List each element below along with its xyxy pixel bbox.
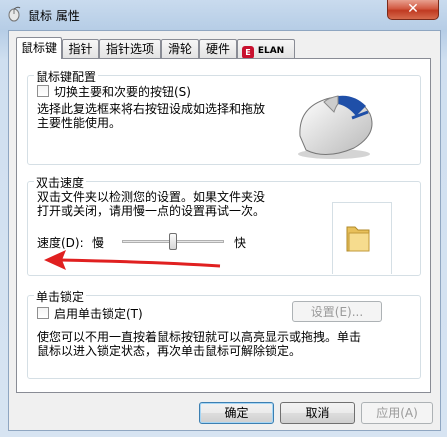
tab-label: 鼠标键: [21, 41, 58, 55]
click-lock-checkbox[interactable]: [37, 307, 49, 319]
title-bar[interactable]: 鼠标 属性 ✕: [0, 0, 447, 30]
tab-label: 指针选项: [105, 42, 154, 56]
mouse-properties-window: 鼠标 属性 ✕ 鼠标键 指针 指针选项 滑轮 硬件 E ELAN 鼠标键配置 切…: [0, 0, 447, 437]
button-config-description-2: 主要性能使用。: [37, 116, 122, 130]
group-label: 单击锁定: [34, 288, 87, 305]
switch-buttons-label[interactable]: 切换主要和次要的按钮(S): [54, 83, 191, 100]
tab-label: 滑轮: [167, 42, 192, 56]
window-title: 鼠标 属性: [28, 9, 80, 23]
tab-label: 硬件: [205, 42, 230, 56]
mouse-illustration: [290, 86, 382, 160]
mouse-icon: [6, 6, 22, 22]
folder-icon[interactable]: [345, 223, 371, 256]
test-folder-area: [332, 202, 392, 274]
switch-buttons-checkbox[interactable]: [37, 85, 49, 97]
double-click-description-2: 打开或关闭，请用慢一点的设置再试一次。: [37, 204, 266, 218]
cancel-button[interactable]: 取消: [280, 402, 355, 424]
fast-label: 快: [234, 236, 247, 250]
button-label: 确定: [224, 406, 249, 420]
ok-button[interactable]: 确定: [199, 402, 274, 424]
click-lock-label[interactable]: 启用单击锁定(T): [54, 305, 143, 322]
button-label: 取消: [305, 406, 330, 420]
button-label: 设置(E)...: [310, 305, 364, 319]
tab-buttons[interactable]: 鼠标键: [16, 37, 62, 59]
tab-hardware[interactable]: 硬件: [199, 39, 237, 58]
annotation-arrow-icon: [44, 250, 221, 270]
dialog-client-area: 鼠标键 指针 指针选项 滑轮 硬件 E ELAN 鼠标键配置 切换主要和次要的按…: [8, 30, 441, 431]
tab-pointer-options[interactable]: 指针选项: [99, 39, 161, 58]
tab-pointers[interactable]: 指针: [62, 39, 99, 58]
click-lock-settings-button[interactable]: 设置(E)...: [292, 301, 382, 322]
tab-elan[interactable]: E ELAN: [237, 39, 295, 59]
close-icon: ✕: [407, 1, 419, 17]
button-config-group: 鼠标键配置 切换主要和次要的按钮(S) 选择此复选框来将右按钮设成如选择和拖放 …: [27, 68, 421, 165]
button-label: 应用(A): [376, 406, 418, 420]
tab-wheel[interactable]: 滑轮: [161, 39, 199, 58]
tab-label: 指针: [68, 42, 93, 56]
buttons-tab-panel: 鼠标键配置 切换主要和次要的按钮(S) 选择此复选框来将右按钮设成如选择和拖放 …: [16, 58, 431, 393]
click-lock-group: 单击锁定 启用单击锁定(T) 设置(E)... 使您可以不用一直按着鼠标按钮就可…: [27, 288, 421, 379]
apply-button[interactable]: 应用(A): [361, 402, 433, 424]
close-button[interactable]: ✕: [387, 0, 439, 20]
click-lock-description-2: 鼠标以进入锁定状态，再次单击鼠标可解除锁定。: [37, 344, 302, 358]
double-click-group: 双击速度 双击文件夹以检测您的设置。如果文件夹没 打开或关闭，请用慢一点的设置再…: [27, 174, 421, 276]
tab-label: ELAN: [257, 46, 285, 56]
